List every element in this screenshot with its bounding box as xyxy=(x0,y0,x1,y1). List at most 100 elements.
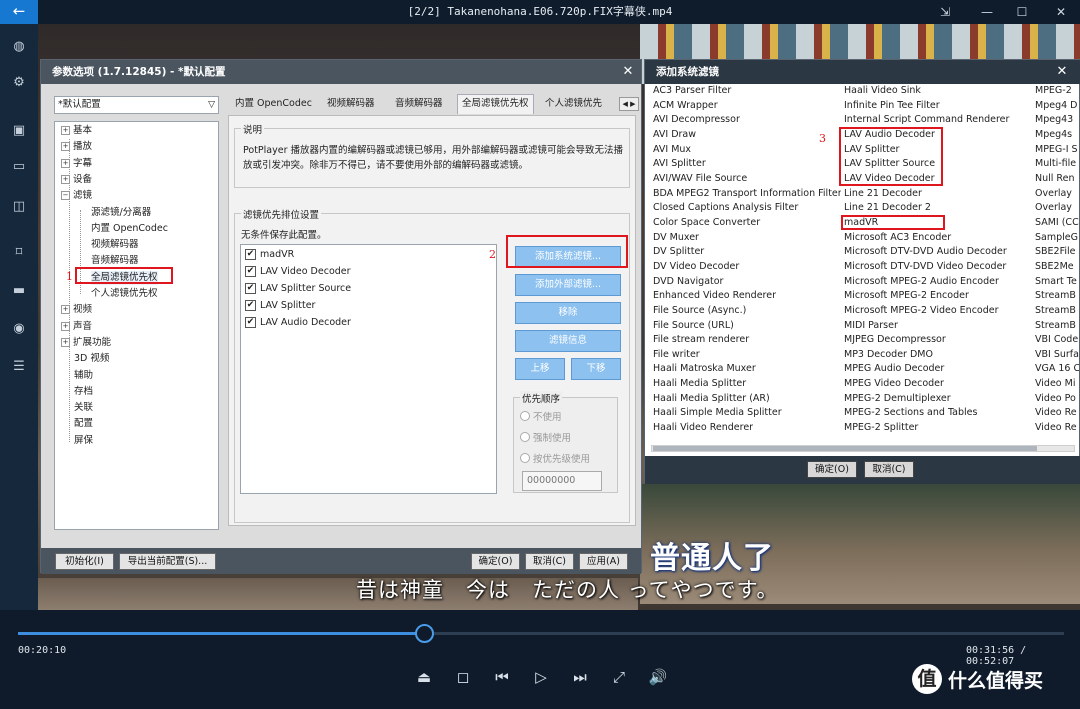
filter-entry[interactable]: Color Space Converter xyxy=(653,216,841,231)
filter-entry[interactable]: AVI Mux xyxy=(653,143,841,158)
filter-entry[interactable]: Haali Video Renderer xyxy=(653,421,841,436)
bookmark-icon[interactable]: ⌑ xyxy=(8,242,30,264)
expand-icon[interactable]: + xyxy=(61,321,70,331)
filter-entry[interactable]: DV Splitter xyxy=(653,245,841,260)
tree-item-playback[interactable]: + 播放 xyxy=(61,140,92,154)
filter-item-lav-splitter[interactable]: ✔ LAV Splitter xyxy=(245,300,315,311)
checkbox[interactable]: ✔ xyxy=(245,300,256,311)
tree-item-source-filters[interactable]: 源滤镜/分离器 xyxy=(91,206,151,220)
filter-entry[interactable]: Haali Video Sink xyxy=(844,84,1032,99)
scrollbar-thumb[interactable] xyxy=(653,446,1037,451)
filter-entry[interactable]: Microsoft DTV-DVD Video Decoder xyxy=(844,260,1032,275)
filter-entry[interactable]: Haali Media Splitter xyxy=(653,377,841,392)
back-button[interactable]: ← xyxy=(0,0,38,24)
filter-entry[interactable]: MPEG-I S xyxy=(1035,143,1079,158)
close-button[interactable]: ✕ xyxy=(1044,0,1078,24)
tree-item-opencodec[interactable]: 内置 OpenCodec xyxy=(91,222,168,236)
expand-icon[interactable]: + xyxy=(61,305,70,315)
filter-entry[interactable]: AC3 Parser Filter xyxy=(653,84,841,99)
playlist-icon[interactable]: ☰ xyxy=(8,356,30,378)
move-down-button[interactable]: 下移 xyxy=(571,358,621,380)
filter-entry[interactable]: MPEG-2 Demultiplexer xyxy=(844,392,1032,407)
filter-entry[interactable]: File Source (URL) xyxy=(653,319,841,334)
device-icon[interactable]: ▬ xyxy=(8,280,30,302)
palette-icon[interactable]: ◍ xyxy=(8,36,30,58)
prev-icon[interactable]: ⏮ xyxy=(489,665,515,689)
filter-entry[interactable]: Multi-file xyxy=(1035,157,1079,172)
tree-item-devices[interactable]: + 设备 xyxy=(61,173,92,187)
stop-icon[interactable]: ◻ xyxy=(450,665,476,689)
volume-icon[interactable]: 🔊 xyxy=(645,665,671,689)
tab-scroll-arrows-icon[interactable]: ◀ ▶ xyxy=(619,97,639,111)
reset-button[interactable]: 初始化(I) xyxy=(55,553,114,570)
filter-entry[interactable]: Infinite Pin Tee Filter xyxy=(844,99,1032,114)
tab-personal-filter-priority[interactable]: 个人滤镜优先 xyxy=(541,94,606,114)
preferences-close-icon[interactable]: ✕ xyxy=(619,63,637,81)
filter-entry[interactable]: MJPEG Decompressor xyxy=(844,333,1032,348)
filter-entry[interactable]: AVI Decompressor xyxy=(653,113,841,128)
add-filter-ok-button[interactable]: 确定(O) xyxy=(807,461,857,478)
filter-entry[interactable]: MIDI Parser xyxy=(844,319,1032,334)
filter-item-lav-splitter-source[interactable]: ✔ LAV Splitter Source xyxy=(245,283,351,294)
filter-entry[interactable]: Microsoft AC3 Encoder xyxy=(844,231,1032,246)
filter-entry[interactable]: Mpeg43 xyxy=(1035,113,1079,128)
expand-icon[interactable]: + xyxy=(61,337,70,347)
export-config-button[interactable]: 导出当前配置(S)... xyxy=(119,553,216,570)
filter-entry[interactable]: AVI/WAV File Source xyxy=(653,172,841,187)
checkbox[interactable]: ✔ xyxy=(245,266,256,277)
radio-icon[interactable] xyxy=(520,411,530,421)
filter-entry[interactable]: SAMI (CC xyxy=(1035,216,1079,231)
filter-entry[interactable]: AVI Draw xyxy=(653,128,841,143)
radio-icon[interactable] xyxy=(520,432,530,442)
filter-entry[interactable]: MPEG-2 Splitter xyxy=(844,421,1032,436)
tree-item-subtitles[interactable]: + 字幕 xyxy=(61,157,92,171)
filter-entry[interactable]: Smart Te xyxy=(1035,275,1079,290)
tree-item-extensions[interactable]: + 扩展功能 xyxy=(61,336,111,350)
filter-info-button[interactable]: 滤镜信息 xyxy=(515,330,621,352)
tab-opencodec[interactable]: 内置 OpenCodec xyxy=(231,94,316,114)
filter-entry[interactable]: BDA MPEG2 Transport Information Filter xyxy=(653,187,841,202)
checkbox[interactable]: ✔ xyxy=(245,249,256,260)
checkbox[interactable]: ✔ xyxy=(245,283,256,294)
filter-entry[interactable]: Microsoft MPEG-2 Video Encoder xyxy=(844,304,1032,319)
filter-entry[interactable]: StreamB xyxy=(1035,319,1079,334)
filter-entry[interactable]: Microsoft MPEG-2 Encoder xyxy=(844,289,1032,304)
filter-entry[interactable]: Haali Media Splitter (AR) xyxy=(653,392,841,407)
filter-entry[interactable]: MP3 Decoder DMO xyxy=(844,348,1032,363)
filter-entry[interactable]: Haali Matroska Muxer xyxy=(653,362,841,377)
filter-entry[interactable]: AVI Splitter xyxy=(653,157,841,172)
filter-entry[interactable]: Haali Simple Media Splitter xyxy=(653,406,841,421)
expand-icon[interactable]: + xyxy=(61,158,70,168)
filter-item-madvr[interactable]: ✔ madVR xyxy=(245,249,294,260)
filter-entry[interactable]: SBE2File xyxy=(1035,245,1079,260)
tab-global-filter-priority[interactable]: 全局滤镜优先权 xyxy=(457,94,534,114)
filter-entry[interactable]: DV Muxer xyxy=(653,231,841,246)
fullscreen-icon[interactable]: ⤢ xyxy=(606,665,632,689)
filter-entry[interactable]: Video Po xyxy=(1035,392,1079,407)
filter-entry[interactable]: Overlay xyxy=(1035,187,1079,202)
expand-icon[interactable]: + xyxy=(61,126,70,135)
filter-entry[interactable]: DVD Navigator xyxy=(653,275,841,290)
screenshot-icon[interactable]: ◉ xyxy=(8,318,30,340)
filter-item-lav-video[interactable]: ✔ LAV Video Decoder xyxy=(245,266,351,277)
filter-entry[interactable]: Mpeg4 D xyxy=(1035,99,1079,114)
filter-entry[interactable]: MPEG-2 Sections and Tables xyxy=(844,406,1032,421)
filter-entry[interactable]: Microsoft DTV-DVD Audio Decoder xyxy=(844,245,1032,260)
filter-entry[interactable]: DV Video Decoder xyxy=(653,260,841,275)
tree-item-audio[interactable]: + 声音 xyxy=(61,320,92,334)
priority-value-input[interactable]: 00000000 xyxy=(522,471,602,491)
tree-item-video-decoders[interactable]: 视频解码器 xyxy=(91,238,139,252)
tree-item-filters[interactable]: − 滤镜 xyxy=(61,189,92,203)
chat-icon[interactable]: ▭ xyxy=(8,156,30,178)
next-icon[interactable]: ⏭ xyxy=(567,665,593,689)
seek-handle[interactable] xyxy=(415,624,434,643)
filter-entry[interactable]: File Source (Async.) xyxy=(653,304,841,319)
apply-button[interactable]: 应用(A) xyxy=(579,553,628,570)
filter-entry[interactable]: Video Re xyxy=(1035,421,1079,436)
collapse-icon[interactable]: − xyxy=(61,191,70,201)
filter-entry[interactable]: File writer xyxy=(653,348,841,363)
tree-item-personal-filter-priority[interactable]: 个人滤镜优先权 xyxy=(91,287,158,301)
layers-icon[interactable]: ◫ xyxy=(8,196,30,218)
filter-entry[interactable]: Line 21 Decoder 2 xyxy=(844,201,1032,216)
priority-option-by-priority[interactable]: 按优先级使用 xyxy=(520,451,590,465)
